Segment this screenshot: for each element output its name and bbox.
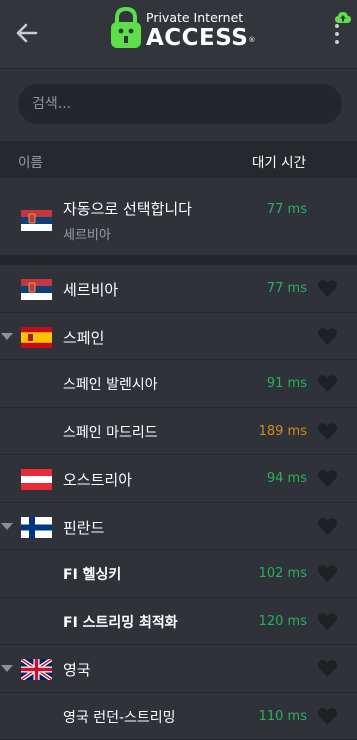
- logo-main-text: ACCESS®: [146, 25, 256, 51]
- region-row-spain-valencia[interactable]: 스페인 발렌시아 91 ms: [0, 360, 357, 408]
- spain-flag-icon: [21, 327, 52, 348]
- logo-top-text: Private Internet: [146, 10, 243, 25]
- region-group-uk[interactable]: 영국: [0, 645, 357, 693]
- robot-lock-icon: [109, 6, 143, 50]
- region-name: 핀란드: [63, 517, 104, 538]
- region-name: 영국: [63, 659, 91, 680]
- favorite-heart-icon[interactable]: [318, 328, 337, 346]
- auto-select-title: 자동으로 선택합니다: [63, 198, 192, 219]
- uk-flag-icon: [21, 659, 52, 680]
- column-name-label[interactable]: 이름: [18, 151, 43, 171]
- app-header: Private Internet ACCESS®: [0, 0, 357, 69]
- austria-flag-icon: [21, 469, 52, 490]
- search-box: [18, 84, 342, 124]
- favorite-heart-icon[interactable]: [318, 708, 337, 726]
- expand-arrow-icon[interactable]: [1, 665, 13, 672]
- expand-arrow-icon[interactable]: [1, 333, 13, 340]
- serbia-flag-icon: [21, 279, 52, 300]
- region-name: 스페인: [63, 327, 104, 348]
- region-name: 영국 런던-스트리밍: [63, 707, 176, 727]
- region-latency: 189 ms: [259, 424, 307, 439]
- region-group-spain[interactable]: 스페인: [0, 313, 357, 361]
- section-divider: [0, 255, 357, 265]
- region-name: FI 스트리밍 최적화: [63, 612, 178, 632]
- region-latency: 91 ms: [267, 376, 307, 391]
- search-input[interactable]: [18, 84, 342, 124]
- finland-flag-icon: [21, 517, 52, 538]
- region-name: 오스트리아: [63, 469, 132, 490]
- region-latency: 102 ms: [259, 566, 307, 581]
- region-name: 세르비아: [63, 279, 118, 300]
- favorite-heart-icon[interactable]: [318, 518, 337, 536]
- auto-select-subtitle: 세르비아: [63, 224, 111, 243]
- favorite-heart-icon[interactable]: [318, 613, 337, 631]
- favorite-heart-icon[interactable]: [318, 375, 337, 393]
- region-row-fi-helsinki[interactable]: FI 헬싱키 102 ms: [0, 550, 357, 598]
- region-name: 스페인 마드리드: [63, 422, 158, 442]
- region-latency: 120 ms: [259, 614, 307, 629]
- serbia-flag-icon: [21, 210, 52, 231]
- favorite-heart-icon[interactable]: [318, 565, 337, 583]
- region-name: FI 헬싱키: [63, 564, 121, 584]
- favorite-heart-icon[interactable]: [318, 280, 337, 298]
- column-latency-label[interactable]: 대기 시간: [252, 151, 306, 171]
- region-row-spain-madrid[interactable]: 스페인 마드리드 189 ms: [0, 408, 357, 456]
- back-arrow-icon[interactable]: [14, 20, 40, 46]
- region-row-austria[interactable]: 오스트리아 94 ms: [0, 455, 357, 503]
- region-row-uk-london-streaming[interactable]: 영국 런던-스트리밍 110 ms: [0, 693, 357, 740]
- more-menu-icon[interactable]: [330, 24, 344, 48]
- favorite-heart-icon[interactable]: [318, 660, 337, 678]
- pia-logo: Private Internet ACCESS®: [109, 6, 251, 50]
- region-group-finland[interactable]: 핀란드: [0, 503, 357, 551]
- region-name: 스페인 발렌시아: [63, 374, 158, 394]
- auto-select-latency: 77 ms: [267, 202, 307, 217]
- region-latency: 77 ms: [267, 281, 307, 296]
- region-latency: 110 ms: [259, 709, 307, 724]
- expand-arrow-icon[interactable]: [1, 523, 13, 530]
- favorite-heart-icon[interactable]: [318, 423, 337, 441]
- region-row-serbia[interactable]: 세르비아 77 ms: [0, 265, 357, 313]
- region-latency: 94 ms: [267, 471, 307, 486]
- region-list: 세르비아 77 ms 스페인 스페인 발렌시아 91 ms 스페인 마드리드 1…: [0, 265, 357, 740]
- region-row-fi-streaming[interactable]: FI 스트리밍 최적화 120 ms: [0, 598, 357, 646]
- column-header: 이름 대기 시간: [0, 141, 357, 178]
- favorite-heart-icon[interactable]: [318, 470, 337, 488]
- update-available-icon[interactable]: [335, 11, 351, 25]
